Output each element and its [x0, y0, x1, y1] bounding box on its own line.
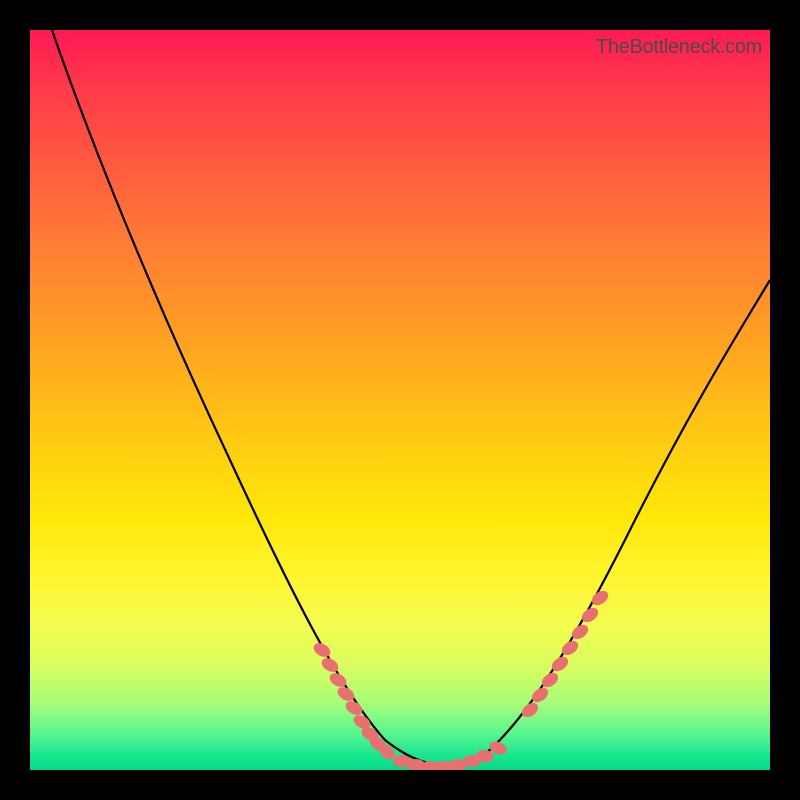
plot-surface: TheBottleneck.com — [30, 30, 770, 770]
watermark-text: TheBottleneck.com — [596, 36, 762, 59]
chart-svg — [30, 30, 770, 770]
bottleneck-curve — [52, 30, 770, 766]
chart-frame: TheBottleneck.com — [0, 0, 800, 800]
marker-cluster-right — [519, 588, 611, 720]
marker-cluster-bottom — [393, 739, 509, 770]
